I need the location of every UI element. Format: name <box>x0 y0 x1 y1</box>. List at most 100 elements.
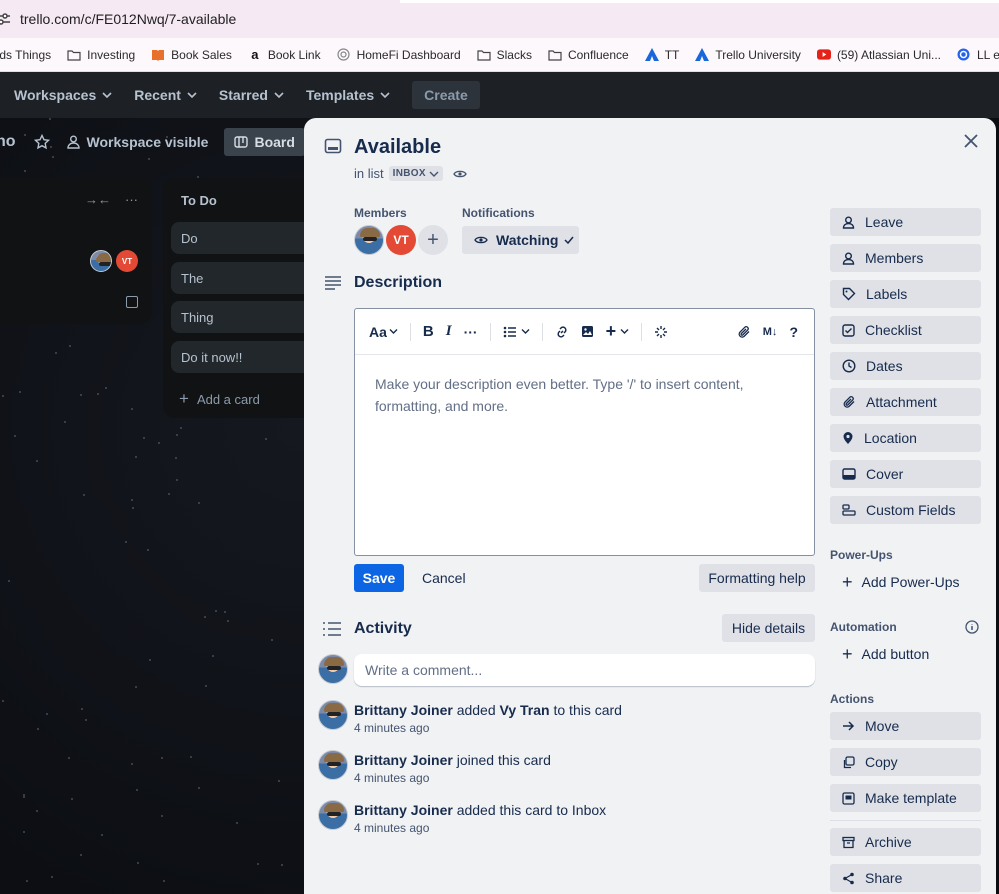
star-decoration <box>236 822 238 824</box>
activity-target[interactable]: Vy Tran <box>500 702 550 718</box>
list-dropdown[interactable] <box>503 326 530 338</box>
insert-dropdown[interactable]: + <box>606 321 630 342</box>
bookmark-book-link[interactable]: a Book Link <box>248 47 320 62</box>
template-icon[interactable] <box>126 296 138 308</box>
watching-button[interactable]: Watching <box>462 226 579 254</box>
nav-recent[interactable]: Recent <box>134 87 197 103</box>
comment-input[interactable]: Write a comment... <box>354 654 815 686</box>
make-template-button[interactable]: Make template <box>830 784 981 812</box>
bookmark-homefi-dashboard[interactable]: HomeFi Dashboard <box>337 48 461 62</box>
add-powerups-button[interactable]: + Add Power-Ups <box>830 568 981 596</box>
site-settings-icon[interactable] <box>0 12 10 26</box>
add-card-button[interactable]: + Add a card <box>179 389 260 409</box>
save-button[interactable]: Save <box>354 564 404 592</box>
star-decoration <box>176 479 178 481</box>
description-editor[interactable]: Aa B I ··· + M↓ ? Make your description … <box>354 308 815 556</box>
link-icon[interactable] <box>555 325 569 339</box>
address-bar[interactable]: trello.com/c/FE012Nwq/7-available <box>0 0 999 38</box>
nav-workspaces[interactable]: Workspaces <box>14 87 112 103</box>
bookmark-book-sales[interactable]: Book Sales <box>151 48 232 62</box>
attachment-button[interactable]: Attachment <box>830 388 981 416</box>
collapse-icon[interactable]: →← <box>85 192 111 207</box>
board-view-tab[interactable]: Board <box>224 128 305 156</box>
list-title[interactable]: To Do <box>181 193 217 208</box>
archive-button[interactable]: Archive <box>830 828 981 856</box>
url-text[interactable]: trello.com/c/FE012Nwq/7-available <box>20 11 236 27</box>
folder-icon <box>477 48 491 62</box>
share-button[interactable]: Share <box>830 864 981 892</box>
check-icon <box>564 236 575 244</box>
star-decoration <box>161 757 163 759</box>
bookmark-trello-university[interactable]: Trello University <box>695 48 801 62</box>
location-button[interactable]: Location <box>830 424 981 452</box>
star-decoration <box>23 831 25 833</box>
activity-user[interactable]: Brittany Joiner <box>354 752 453 768</box>
paperclip-icon <box>843 396 855 408</box>
star-decoration <box>143 437 145 439</box>
leave-button[interactable]: Leave <box>830 208 981 236</box>
star-decoration <box>131 763 133 765</box>
activity-icon <box>323 622 341 636</box>
bookmark-ll-event[interactable]: LL event <box>957 48 999 62</box>
activity-user[interactable]: Brittany Joiner <box>354 802 453 818</box>
member-avatar-brittany[interactable] <box>354 225 384 255</box>
list-selector[interactable]: INBOX <box>388 166 443 181</box>
activity-time[interactable]: 4 minutes ago <box>354 721 754 735</box>
image-icon[interactable] <box>581 325 594 338</box>
help-icon[interactable]: ? <box>789 324 798 340</box>
copy-button[interactable]: Copy <box>830 748 981 776</box>
bold-icon[interactable]: B <box>423 323 434 340</box>
formatting-help-button[interactable]: Formatting help <box>699 564 815 592</box>
activity-time[interactable]: 4 minutes ago <box>354 821 754 835</box>
custom-fields-button[interactable]: Custom Fields <box>830 496 981 524</box>
description-placeholder[interactable]: Make your description even better. Type … <box>355 355 814 435</box>
members-button[interactable]: Members <box>830 244 981 272</box>
close-icon[interactable] <box>962 132 980 150</box>
member-avatar-vt[interactable]: VT <box>386 225 416 255</box>
ai-sparkle-icon[interactable] <box>654 325 668 339</box>
markdown-icon[interactable]: M↓ <box>763 326 778 338</box>
cancel-button[interactable]: Cancel <box>422 570 466 586</box>
visibility-button[interactable]: Workspace visible <box>66 134 208 150</box>
bookmark-confluence[interactable]: Confluence <box>548 48 629 62</box>
star-decoration <box>97 393 99 395</box>
move-button[interactable]: Move <box>830 712 981 740</box>
star-decoration <box>36 810 38 812</box>
star-icon[interactable] <box>33 134 50 150</box>
star-decoration <box>198 787 200 789</box>
add-member-button[interactable]: + <box>418 225 448 255</box>
checklist-button[interactable]: Checklist <box>830 316 981 344</box>
bookmark-builds-things[interactable]: ilds Things <box>0 48 51 62</box>
activity-time[interactable]: 4 minutes ago <box>354 771 754 785</box>
powerups-label: Power-Ups <box>830 548 893 562</box>
chevron-down-icon <box>620 329 629 334</box>
bookmark-atlassian-uni[interactable]: (59) Atlassian Uni... <box>816 48 941 62</box>
star-decoration <box>71 798 73 800</box>
add-button-button[interactable]: + Add button <box>830 640 981 668</box>
board-name[interactable]: no <box>0 133 16 151</box>
nav-templates[interactable]: Templates <box>306 87 390 103</box>
more-icon[interactable]: ··· <box>125 192 138 207</box>
hide-details-button[interactable]: Hide details <box>722 614 815 642</box>
card-title[interactable]: Available <box>354 136 441 159</box>
activity-avatar[interactable] <box>318 800 348 830</box>
info-icon[interactable] <box>965 620 979 634</box>
create-button[interactable]: Create <box>412 81 480 109</box>
atlassian-icon <box>644 48 659 62</box>
cover-button[interactable]: Cover <box>830 460 981 488</box>
attachment-icon[interactable] <box>737 325 751 339</box>
labels-button[interactable]: Labels <box>830 280 981 308</box>
nav-starred[interactable]: Starred <box>219 87 284 103</box>
dates-button[interactable]: Dates <box>830 352 981 380</box>
star-decoration <box>68 757 70 759</box>
text-style-dropdown[interactable]: Aa <box>369 324 398 340</box>
more-formatting-icon[interactable]: ··· <box>464 324 478 340</box>
board-list-todo: To Do Do The Thing Do it now!! + Add a ca… <box>163 178 331 418</box>
activity-user[interactable]: Brittany Joiner <box>354 702 453 718</box>
italic-icon[interactable]: I <box>446 323 452 340</box>
activity-avatar[interactable] <box>318 700 348 730</box>
bookmark-slacks[interactable]: Slacks <box>477 48 532 62</box>
activity-avatar[interactable] <box>318 750 348 780</box>
bookmark-investing[interactable]: Investing <box>67 48 135 62</box>
bookmark-tt[interactable]: TT <box>644 48 679 62</box>
